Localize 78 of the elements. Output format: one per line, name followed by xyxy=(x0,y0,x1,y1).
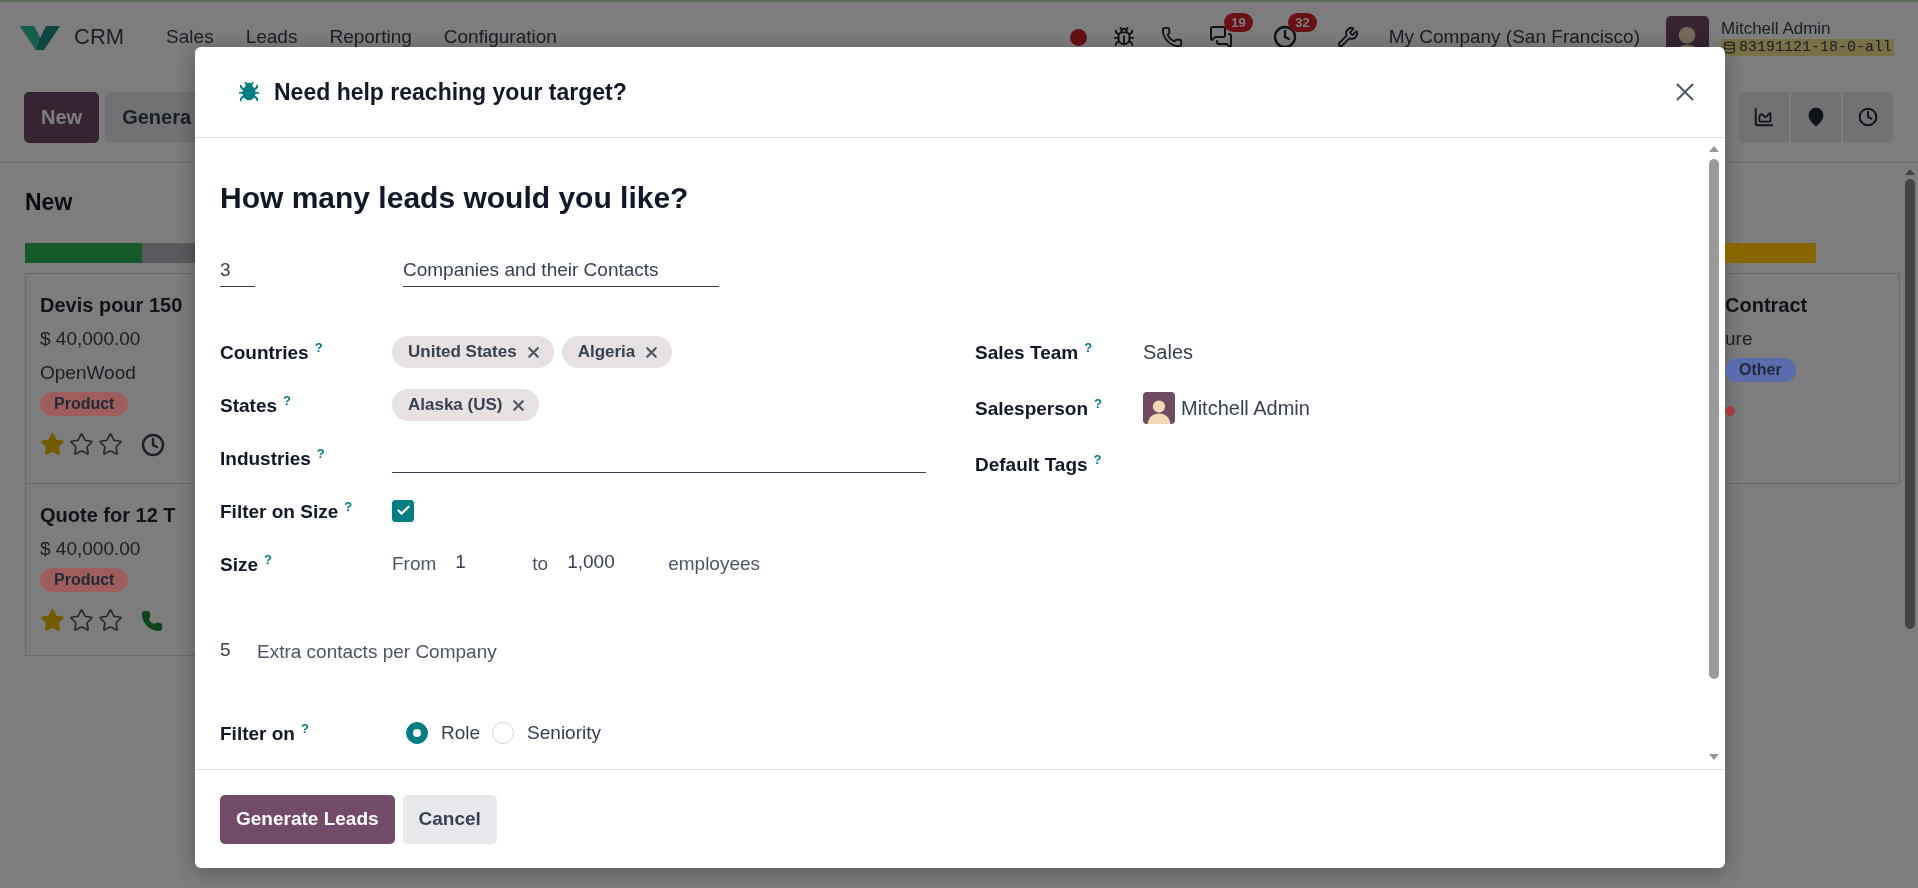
radio-option[interactable]: Role xyxy=(406,722,481,744)
card-customer: OpenWood xyxy=(40,361,137,385)
field-label: Filter on Size $^{?}$ xyxy=(220,498,354,524)
star-icon[interactable] xyxy=(98,608,123,633)
field-label: Size $^{?}$ xyxy=(220,551,273,577)
card-amount: $ 40,000.00 xyxy=(40,327,142,351)
field-label: Extra contacts per Company xyxy=(257,641,497,663)
field-label: Industries $^{?}$ xyxy=(220,445,326,471)
field-value: Sales xyxy=(1143,340,1194,363)
menu-item[interactable]: Reporting xyxy=(313,26,428,48)
field-label: Sales Team $^{?}$ xyxy=(975,339,1094,365)
menu-item[interactable]: Leads xyxy=(229,26,314,48)
field-label: States $^{?}$ xyxy=(220,392,292,418)
range-unit: employees xyxy=(668,553,761,575)
field-label: Countries $^{?}$ xyxy=(220,339,324,365)
star-icon[interactable] xyxy=(69,608,94,633)
new-button[interactable]: New xyxy=(24,91,100,143)
bug-icon xyxy=(238,81,260,103)
star-icon[interactable] xyxy=(69,432,94,457)
input-field[interactable]: 1 xyxy=(455,549,514,579)
database-name: 83191121-18-0-all xyxy=(1720,38,1894,56)
input-field[interactable]: 1,000 xyxy=(567,549,650,579)
column-title: New xyxy=(25,188,74,215)
range-prefix: From xyxy=(392,553,437,575)
priority-stars[interactable] xyxy=(40,608,123,633)
input-field[interactable]: 5 xyxy=(220,637,240,667)
tag: Alaska (US) xyxy=(392,389,540,421)
radio-button[interactable] xyxy=(406,722,428,744)
dialog-title: Need help reaching your target? xyxy=(274,78,627,106)
card-title: Contract xyxy=(1725,293,1809,318)
view-switch-button[interactable] xyxy=(1739,91,1789,143)
view-switch-button[interactable] xyxy=(1843,91,1893,143)
app-name[interactable]: CRM xyxy=(74,24,125,50)
clock-icon xyxy=(1858,107,1878,127)
star-icon[interactable] xyxy=(40,608,65,633)
generate-leads-button[interactable]: Generate Leads xyxy=(220,794,395,844)
radio-option[interactable]: Seniority xyxy=(492,722,601,744)
tag: United States xyxy=(392,336,554,368)
bug-icon[interactable] xyxy=(1112,26,1135,48)
field-label: Filter on $^{?}$ xyxy=(220,720,310,746)
activity-count: 32 xyxy=(1288,13,1317,32)
tag: Product xyxy=(40,568,129,592)
tag: Algeria xyxy=(561,336,673,368)
user-name[interactable]: Mitchell Admin xyxy=(1720,18,1894,39)
phone-icon[interactable] xyxy=(1160,26,1183,48)
card-amount: $ 40,000.00 xyxy=(40,537,142,561)
avatar xyxy=(1143,392,1175,424)
field-label: Salesperson $^{?}$ xyxy=(975,395,1103,421)
area-chart-icon xyxy=(1753,106,1775,128)
database-icon xyxy=(1722,40,1736,54)
select-field[interactable]: Companies and their Contacts xyxy=(403,257,719,287)
wrench-icon[interactable] xyxy=(1336,26,1359,48)
priority-stars[interactable] xyxy=(40,432,123,457)
card-title: Devis pour 150 xyxy=(40,293,184,318)
field-label: Default Tags $^{?}$ xyxy=(975,451,1103,477)
star-icon[interactable] xyxy=(98,432,123,457)
field-value: Mitchell Admin xyxy=(1181,396,1310,420)
tag: Other xyxy=(1725,358,1796,382)
card-customer: ure xyxy=(1725,327,1754,351)
cancel-button[interactable]: Cancel xyxy=(402,794,497,844)
form-heading: How many leads would you like? xyxy=(220,180,690,216)
checkbox[interactable] xyxy=(392,499,414,522)
card-title: Quote for 12 T xyxy=(40,503,177,528)
company-switcher[interactable]: My Company (San Francisco) xyxy=(1388,26,1640,48)
chat-icon[interactable] xyxy=(1208,25,1233,49)
menu-item[interactable]: Sales xyxy=(150,26,230,48)
activity-dot-icon[interactable] xyxy=(1725,406,1735,416)
input-field[interactable]: 3 xyxy=(220,257,255,287)
tag: Product xyxy=(40,392,129,416)
lead-card[interactable]: Contract ure Other xyxy=(1725,273,1900,484)
unread-count: 19 xyxy=(1224,13,1253,32)
menu-item[interactable]: Configuration xyxy=(427,26,573,48)
star-icon[interactable] xyxy=(40,432,65,457)
clock-icon[interactable] xyxy=(1272,25,1297,49)
map-pin-icon xyxy=(1806,107,1826,127)
view-switch-button[interactable] xyxy=(1791,91,1841,143)
record-icon[interactable] xyxy=(1069,28,1087,46)
range-separator: to xyxy=(532,553,549,575)
